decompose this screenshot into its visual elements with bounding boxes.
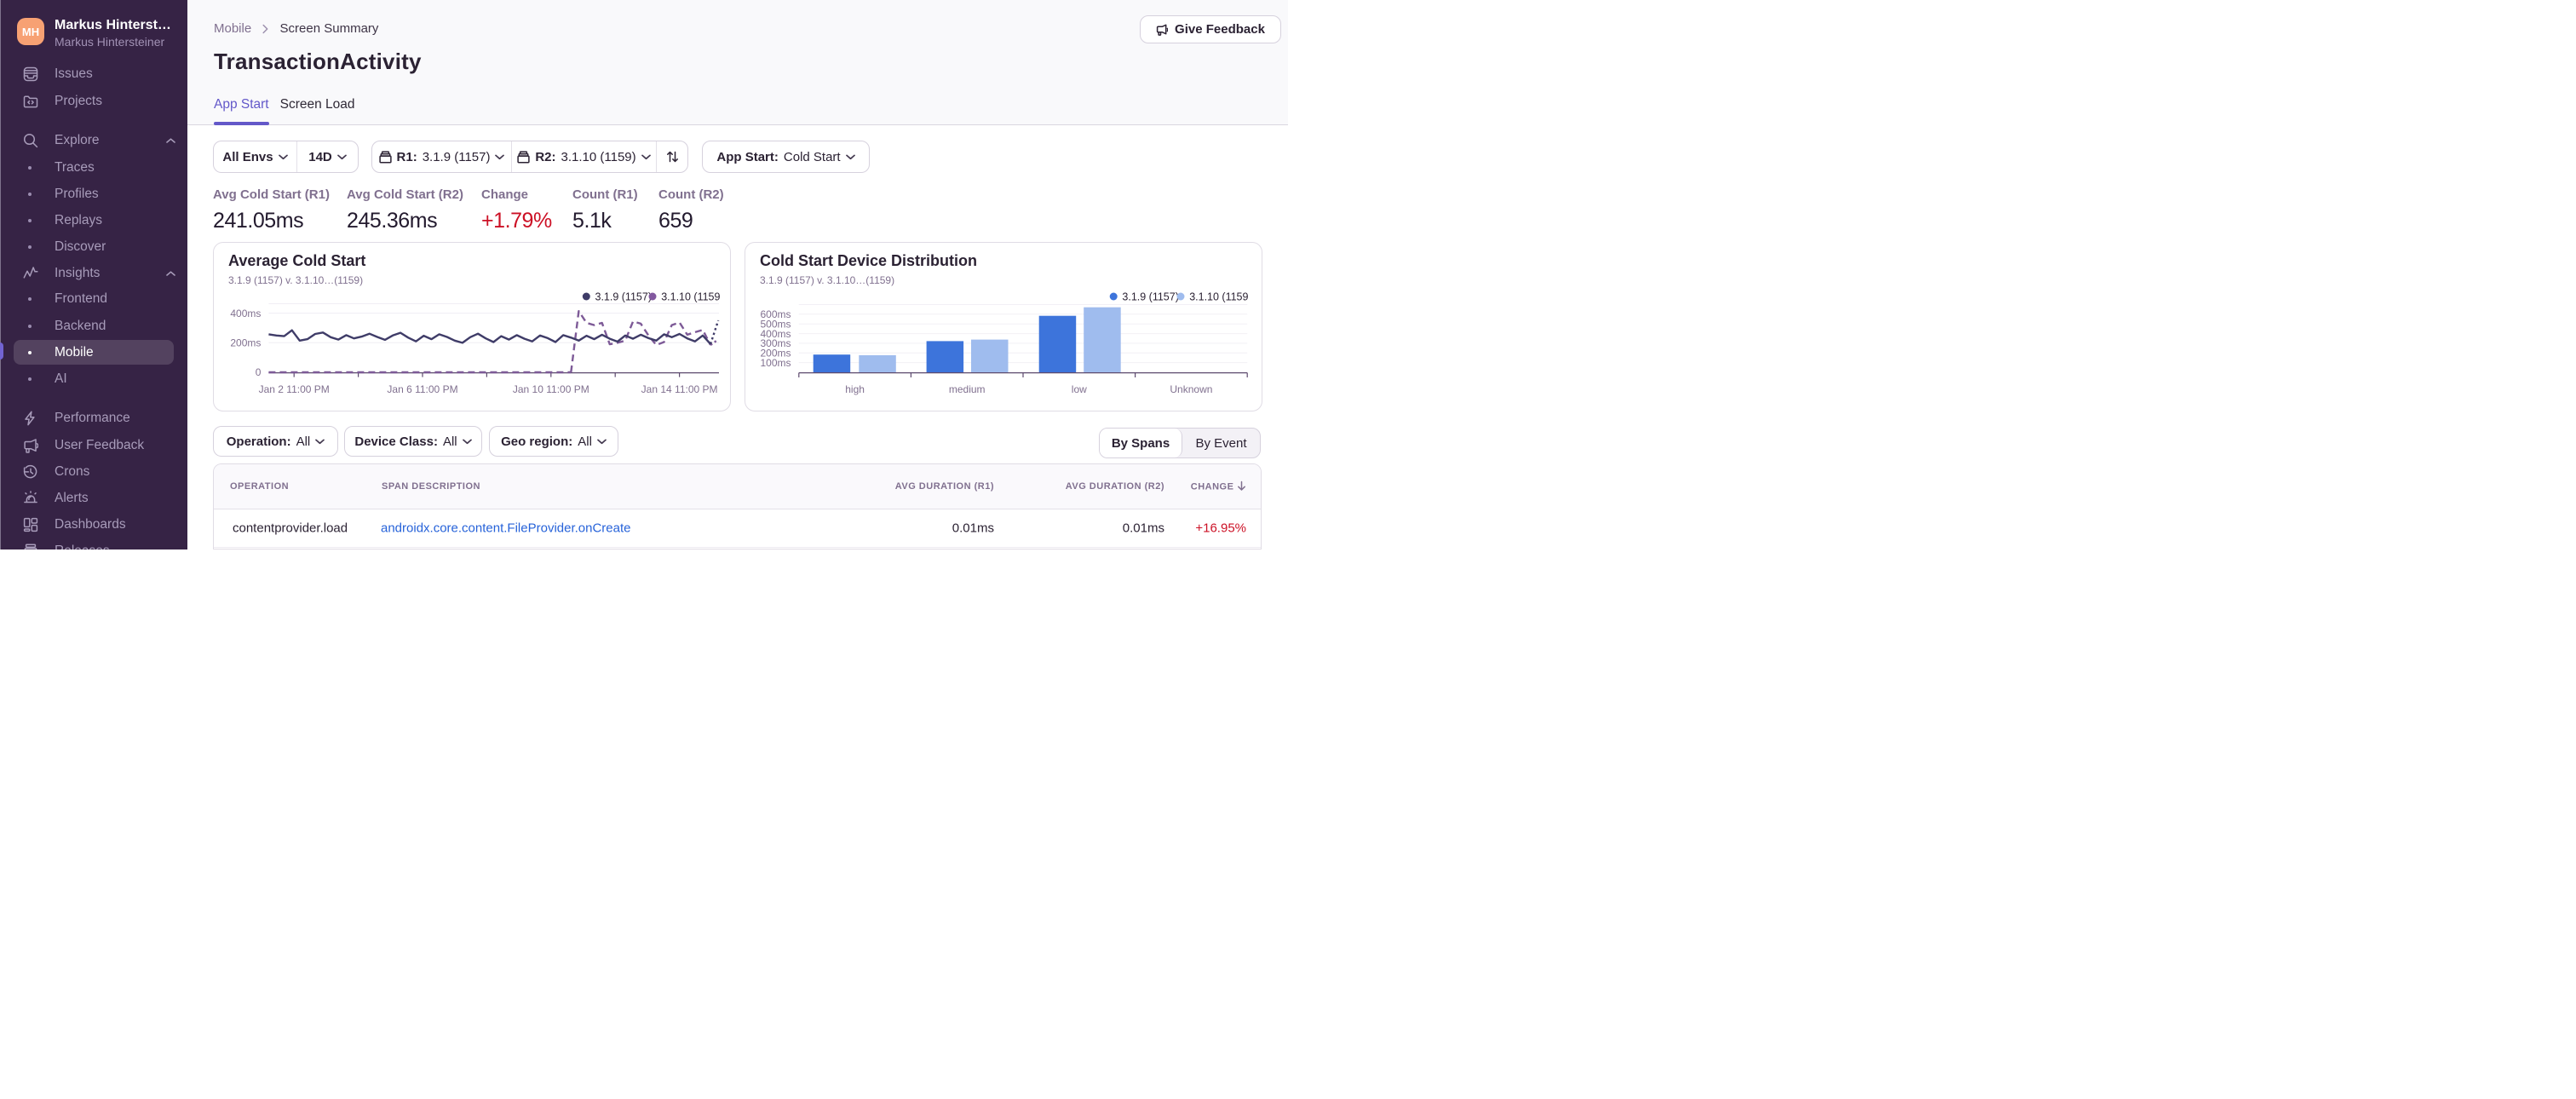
svg-text:low: low bbox=[1072, 383, 1087, 395]
svg-text:3.1.9 (1157): 3.1.9 (1157) bbox=[595, 291, 652, 302]
svg-text:Jan 14 11:00 PM: Jan 14 11:00 PM bbox=[641, 383, 718, 395]
svg-text:high: high bbox=[845, 383, 865, 395]
svg-text:Jan 6 11:00 PM: Jan 6 11:00 PM bbox=[387, 383, 457, 395]
svg-text:600ms: 600ms bbox=[760, 308, 791, 320]
svg-text:Jan 10 11:00 PM: Jan 10 11:00 PM bbox=[513, 383, 589, 395]
svg-text:3.1.10 (1159: 3.1.10 (1159 bbox=[1189, 291, 1248, 302]
svg-text:medium: medium bbox=[949, 383, 986, 395]
svg-text:3.1.10 (1159: 3.1.10 (1159 bbox=[661, 291, 720, 302]
svg-text:Jan 2 11:00 PM: Jan 2 11:00 PM bbox=[259, 383, 330, 395]
svg-text:400ms: 400ms bbox=[230, 308, 261, 319]
svg-text:Unknown: Unknown bbox=[1170, 383, 1212, 395]
svg-text:3.1.9 (1157): 3.1.9 (1157) bbox=[1122, 291, 1178, 302]
svg-text:0: 0 bbox=[256, 366, 262, 378]
svg-text:200ms: 200ms bbox=[230, 337, 261, 348]
